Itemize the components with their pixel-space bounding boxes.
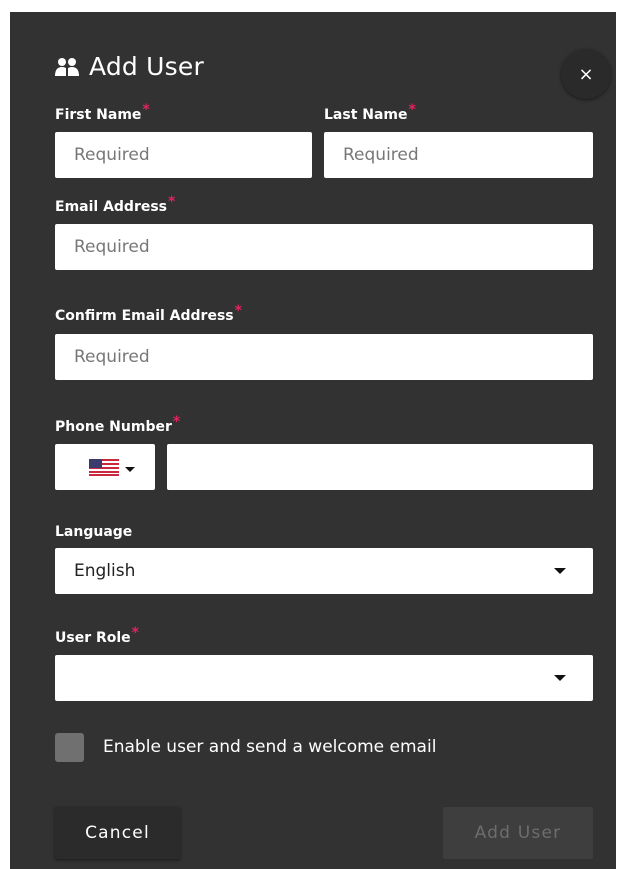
language-select[interactable]: English [55,548,593,594]
required-marker: * [131,625,139,641]
chevron-down-icon [125,466,135,472]
required-marker: * [408,102,416,118]
close-icon: × [578,63,594,85]
phone-label: Phone Number* [55,414,181,435]
chevron-down-icon [554,568,566,574]
add-user-button[interactable]: Add User [443,807,593,859]
email-field[interactable]: Required [55,224,593,270]
welcome-email-checkbox[interactable] [55,733,84,762]
confirm-email-label: Confirm Email Address* [55,303,242,324]
language-value: English [74,561,136,581]
confirm-email-placeholder: Required [74,347,150,367]
required-marker: * [142,102,150,118]
first-name-placeholder: Required [74,145,150,165]
last-name-field[interactable]: Required [324,132,593,178]
confirm-email-field[interactable]: Required [55,334,593,380]
add-user-dialog: Add User × First Name* Required Last Nam… [10,12,616,869]
email-label: Email Address* [55,194,176,215]
welcome-email-checkbox-label[interactable]: Enable user and send a welcome email [103,737,436,757]
first-name-field[interactable]: Required [55,132,312,178]
us-flag-icon [89,458,119,476]
email-placeholder: Required [74,237,150,257]
first-name-label: First Name* [55,102,150,123]
chevron-down-icon [554,675,566,681]
phone-number-field[interactable] [167,444,593,490]
required-marker: * [168,194,176,210]
language-label: Language [55,524,133,540]
user-role-select[interactable] [55,655,593,701]
required-marker: * [234,303,242,319]
dialog-header: Add User [55,52,204,81]
user-role-label: User Role* [55,625,139,646]
last-name-label: Last Name* [324,102,416,123]
cancel-button[interactable]: Cancel [55,807,180,859]
last-name-placeholder: Required [343,145,419,165]
country-code-select[interactable] [55,444,155,490]
required-marker: * [172,414,181,430]
users-icon [55,57,79,76]
dialog-title: Add User [89,52,204,81]
close-button[interactable]: × [561,49,611,99]
